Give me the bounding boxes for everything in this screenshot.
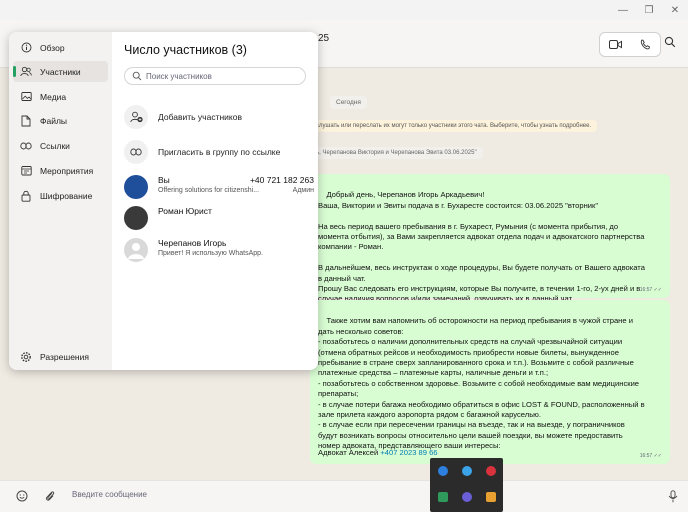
members-pane: Число участников (3) Поиск участников До… bbox=[112, 32, 318, 370]
system-tray-popup bbox=[430, 458, 503, 512]
add-members-button[interactable]: Добавить участников bbox=[124, 104, 314, 130]
nav-label: Шифрование bbox=[40, 190, 93, 201]
add-user-icon bbox=[124, 105, 148, 129]
message-time: 16:57 ✓✓ bbox=[639, 452, 662, 459]
attach-icon[interactable] bbox=[44, 490, 56, 504]
gear-icon bbox=[19, 350, 33, 364]
voice-call-icon[interactable] bbox=[630, 33, 660, 56]
title-bar: — ❐ ✕ bbox=[0, 0, 688, 20]
edge-icon[interactable] bbox=[462, 466, 472, 476]
nav-label: Участники bbox=[40, 66, 81, 77]
nav-item-permissions[interactable]: Разрешения bbox=[13, 346, 108, 367]
search-icon bbox=[132, 71, 142, 83]
message-input[interactable]: Введите сообщение bbox=[72, 490, 147, 499]
search-placeholder: Поиск участников bbox=[146, 72, 212, 81]
member-status: Привет! Я использую WhatsApp. bbox=[158, 250, 263, 257]
add-members-label: Добавить участников bbox=[158, 112, 242, 122]
member-search-input[interactable]: Поиск участников bbox=[124, 67, 306, 85]
member-status: Offering solutions for citizenshi... bbox=[158, 187, 260, 194]
avatar bbox=[124, 238, 148, 262]
nav-label: Обзор bbox=[40, 42, 65, 53]
nav-label: Разрешения bbox=[40, 351, 89, 362]
members-title: Число участников (3) bbox=[124, 43, 247, 57]
message-composer: Введите сообщение bbox=[0, 480, 688, 512]
nav-item-overview[interactable]: Обзор bbox=[13, 37, 108, 58]
link-icon bbox=[124, 140, 148, 164]
message-bubble[interactable]: Также хотим вам напомнить об осторожност… bbox=[310, 300, 670, 464]
member-name: Черепанов Игорь bbox=[158, 238, 227, 248]
member-row[interactable]: Роман Юрист bbox=[124, 204, 314, 232]
link-icon bbox=[19, 139, 33, 153]
file-icon bbox=[19, 114, 33, 128]
info-nav: Обзор Участники Медиа Файлы Ссылки Мероп… bbox=[9, 32, 112, 370]
message-text: Добрый день, Черепанов Игорь Аркадьевич!… bbox=[318, 190, 645, 304]
nav-label: Мероприятия bbox=[40, 165, 94, 176]
group-info-panel: Обзор Участники Медиа Файлы Ссылки Мероп… bbox=[9, 32, 318, 370]
teams-icon[interactable] bbox=[462, 492, 472, 502]
app-icon[interactable] bbox=[486, 492, 496, 502]
minimize-icon[interactable]: — bbox=[610, 0, 636, 20]
message-bubble[interactable]: Добрый день, Черепанов Игорь Аркадьевич!… bbox=[310, 174, 670, 303]
encryption-notice[interactable]: слушать или переслать их могут только уч… bbox=[310, 120, 598, 132]
member-name: Вы bbox=[158, 175, 170, 185]
phone-link[interactable]: +407 2023 89 66 bbox=[380, 448, 437, 457]
nav-label: Файлы bbox=[40, 115, 68, 126]
nav-item-members[interactable]: Участники bbox=[13, 61, 108, 82]
nav-item-files[interactable]: Файлы bbox=[13, 110, 108, 131]
member-name: Роман Юрист bbox=[158, 206, 212, 216]
avatar bbox=[124, 175, 148, 199]
nav-item-links[interactable]: Ссылки bbox=[13, 135, 108, 156]
calendar-icon bbox=[19, 164, 33, 178]
message-time: 16:57 ✓✓ bbox=[639, 286, 662, 293]
chat-title[interactable]: 25 bbox=[318, 33, 329, 44]
maximize-icon[interactable]: ❐ bbox=[636, 0, 662, 20]
media-icon bbox=[19, 90, 33, 104]
admin-badge: Админ bbox=[292, 187, 314, 194]
video-call-icon[interactable] bbox=[600, 33, 630, 56]
emoji-icon[interactable] bbox=[16, 490, 28, 504]
invite-link-label: Пригласить в группу по ссылке bbox=[158, 147, 281, 157]
nav-item-encryption[interactable]: Шифрование bbox=[13, 185, 108, 206]
close-icon[interactable]: ✕ bbox=[662, 0, 688, 20]
search-icon[interactable] bbox=[664, 36, 676, 50]
group-event-notice: ь, Черепанова Виктория и Черепанова Эвит… bbox=[310, 147, 483, 159]
nav-label: Медиа bbox=[40, 91, 67, 102]
nav-item-events[interactable]: Мероприятия bbox=[13, 160, 108, 181]
people-icon bbox=[19, 65, 33, 79]
nav-label: Ссылки bbox=[40, 140, 70, 151]
invite-link-button[interactable]: Пригласить в группу по ссылке bbox=[124, 139, 314, 165]
date-chip: Сегодня bbox=[330, 96, 367, 109]
microphone-icon[interactable] bbox=[668, 490, 678, 505]
message-signature: Адвокат Алексей +407 2023 89 66 bbox=[318, 448, 438, 457]
avatar bbox=[124, 206, 148, 230]
lock-icon bbox=[19, 189, 33, 203]
member-row[interactable]: Вы Offering solutions for citizenshi... … bbox=[124, 173, 314, 201]
nav-item-media[interactable]: Медиа bbox=[13, 86, 108, 107]
info-icon bbox=[19, 41, 33, 55]
bluetooth-icon[interactable] bbox=[438, 466, 448, 476]
member-row[interactable]: Черепанов Игорь Привет! Я использую What… bbox=[124, 236, 314, 264]
call-buttons bbox=[599, 32, 661, 57]
app-icon[interactable] bbox=[486, 466, 496, 476]
message-text: Также хотим вам напомнить об осторожност… bbox=[318, 316, 645, 451]
security-icon[interactable] bbox=[438, 492, 448, 502]
member-phone: +40 721 182 263 bbox=[249, 175, 314, 185]
